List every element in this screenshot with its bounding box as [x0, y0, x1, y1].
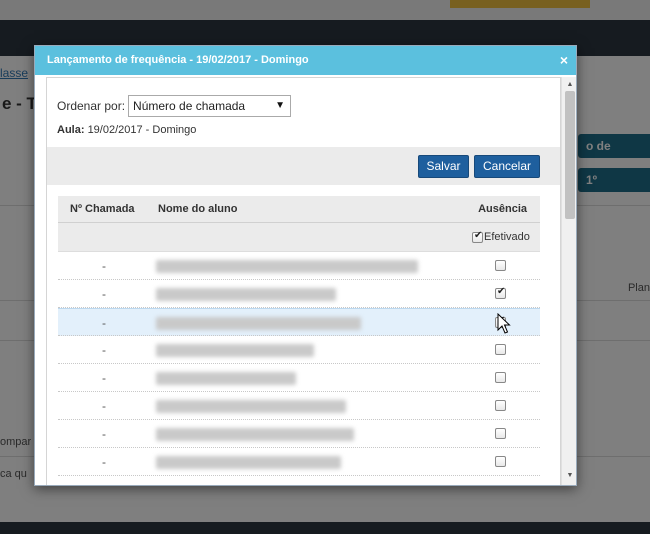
aula-label: Aula: [57, 124, 85, 136]
column-absence: Ausência [478, 203, 527, 215]
student-name-blurred [156, 344, 314, 357]
aula-value: 19/02/2017 - Domingo [87, 124, 197, 136]
save-button[interactable]: Salvar [418, 155, 469, 178]
close-icon[interactable]: × [560, 46, 568, 75]
order-selected-value: Número de chamada [133, 99, 246, 113]
absence-checkbox[interactable] [495, 456, 506, 467]
modal-header: Lançamento de frequência - 19/02/2017 - … [35, 46, 576, 75]
row-number: - [102, 287, 106, 301]
table-row: - [58, 420, 540, 448]
scroll-up-icon[interactable]: ▲ [562, 79, 576, 91]
row-number: - [102, 455, 106, 469]
column-number: Nº Chamada [70, 203, 135, 215]
efetivado-checkbox[interactable] [472, 230, 483, 243]
caret-down-icon: ▼ [275, 100, 286, 111]
attendance-modal: Lançamento de frequência - 19/02/2017 - … [34, 45, 577, 486]
order-label: Ordenar por: [57, 99, 126, 113]
table-body: - - - - - - - - [58, 252, 540, 476]
table-row: - [58, 252, 540, 280]
row-number: - [102, 371, 106, 385]
table-row: - [58, 448, 540, 476]
student-name-blurred [156, 400, 346, 413]
aula-info: Aula: 19/02/2017 - Domingo [57, 124, 196, 136]
table-header: Nº Chamada Nome do aluno Ausência [58, 196, 540, 223]
student-name-blurred [156, 288, 336, 301]
modal-body: Ordenar por: Número de chamada ▼ Aula: 1… [46, 77, 561, 485]
row-number: - [102, 399, 106, 413]
efetivado-toggle[interactable]: Efetivado [472, 230, 530, 243]
student-name-blurred [156, 372, 296, 385]
table-row: - [58, 392, 540, 420]
cancel-button[interactable]: Cancelar [474, 155, 540, 178]
scrollbar[interactable]: ▲ ▼ [561, 77, 576, 485]
absence-checkbox[interactable] [495, 372, 506, 383]
order-select[interactable]: Número de chamada ▼ [128, 95, 292, 117]
student-name-blurred [156, 456, 341, 469]
student-name-blurred [156, 317, 361, 330]
row-number: - [102, 316, 106, 330]
absence-checkbox[interactable] [495, 428, 506, 439]
row-number: - [102, 343, 106, 357]
student-name-blurred [156, 260, 418, 273]
student-name-blurred [156, 428, 354, 441]
order-row: Ordenar por: Número de chamada ▼ [57, 95, 292, 117]
column-name: Nome do aluno [158, 203, 238, 215]
row-number: - [102, 427, 106, 441]
mouse-cursor-icon [497, 313, 511, 334]
table-row: - [58, 308, 540, 336]
table-row: - [58, 280, 540, 308]
modal-title: Lançamento de frequência - 19/02/2017 - … [47, 54, 309, 66]
table-row: - [58, 364, 540, 392]
scroll-down-icon[interactable]: ▼ [562, 470, 576, 482]
absence-checkbox[interactable] [495, 286, 506, 299]
row-number: - [102, 259, 106, 273]
table-row: - [58, 336, 540, 364]
scrollbar-thumb[interactable] [565, 91, 575, 219]
absence-checkbox[interactable] [495, 400, 506, 411]
table-subheader: Efetivado [58, 223, 540, 252]
efetivado-label: Efetivado [484, 231, 530, 243]
absence-checkbox[interactable] [495, 344, 506, 355]
attendance-table: Nº Chamada Nome do aluno Ausência Efetiv… [58, 196, 540, 476]
absence-checkbox[interactable] [495, 260, 506, 271]
action-bar: Salvar Cancelar [47, 147, 560, 185]
